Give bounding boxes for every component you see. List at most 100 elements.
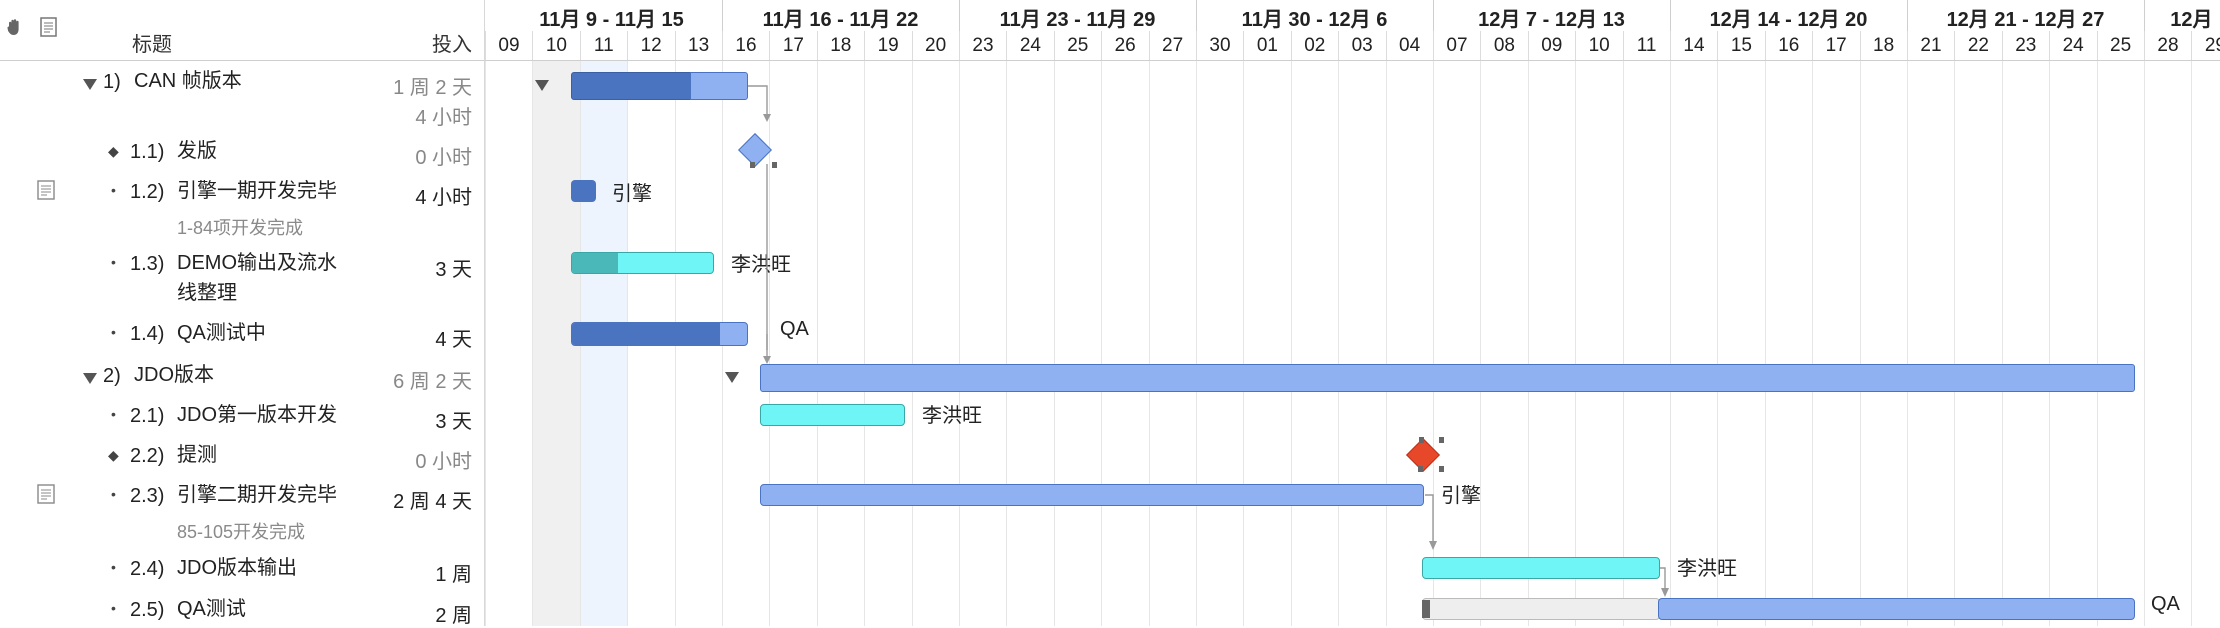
task-bar[interactable] <box>571 322 748 346</box>
day-header-cell[interactable]: 09 <box>1527 31 1575 60</box>
day-header-cell[interactable]: 15 <box>1717 31 1764 60</box>
row-effort[interactable]: 0 小时 <box>415 445 472 474</box>
row-effort[interactable]: 1 周 2 天 <box>393 71 472 100</box>
day-header-cell[interactable]: 17 <box>1812 31 1859 60</box>
day-header-cell[interactable]: 25 <box>1053 31 1101 60</box>
day-header-cell[interactable]: 29 <box>2191 31 2220 60</box>
day-header-cell[interactable]: 23 <box>2001 31 2049 60</box>
day-header-cell[interactable]: 21 <box>1907 31 1954 60</box>
day-header-cell[interactable]: 18 <box>816 31 864 60</box>
day-header-cell[interactable]: 08 <box>1480 31 1527 60</box>
outline-row-2-1[interactable]: • 2.1) JDO第一版本开发 3 天 <box>0 404 484 434</box>
row-note[interactable]: 1-84项开发完成 <box>177 214 303 240</box>
day-gridline <box>1859 61 1861 626</box>
day-header-cell[interactable]: 11 <box>579 31 627 60</box>
task-bar[interactable] <box>760 484 1424 506</box>
row-effort[interactable]: 3 天 <box>435 253 472 282</box>
outline-row-1-2[interactable]: • 1.2) 引擎一期开发完毕 4 小时 1-84项开发完成 <box>0 180 484 240</box>
summary-bar-progress[interactable] <box>571 72 692 100</box>
milestone-marker[interactable] <box>738 133 772 167</box>
day-header-cell[interactable]: 17 <box>769 31 816 60</box>
day-header-cell[interactable]: 16 <box>1764 31 1812 60</box>
day-header-cell[interactable]: 09 <box>485 31 532 60</box>
outline-row-2-5[interactable]: • 2.5) QA测试 2 周 <box>0 595 484 628</box>
row-title[interactable]: 引擎二期开发完毕 <box>177 481 337 509</box>
row-title-continued[interactable]: 线整理 <box>177 279 237 307</box>
row-title[interactable]: DEMO输出及流水 <box>177 249 337 277</box>
day-header-cell[interactable]: 13 <box>674 31 722 60</box>
outline-row-1-1[interactable]: ◆ 1.1) 发版 0 小时 <box>0 140 484 170</box>
row-title[interactable]: 引擎一期开发完毕 <box>177 177 337 205</box>
note-icon[interactable] <box>37 180 55 200</box>
day-header-cell[interactable]: 11 <box>1622 31 1670 60</box>
row-title[interactable]: JDO版本输出 <box>177 554 297 582</box>
day-header-cell[interactable]: 24 <box>1006 31 1053 60</box>
row-number: 1.4) <box>130 323 165 345</box>
day-header-cell[interactable]: 20 <box>911 31 959 60</box>
milestone-marker[interactable] <box>1406 438 1440 472</box>
day-header-cell[interactable]: 02 <box>1290 31 1338 60</box>
disclosure-triangle-icon[interactable] <box>83 79 97 90</box>
outline-row-1-4[interactable]: • 1.4) QA测试中 4 天 <box>0 322 484 352</box>
milestone-bullet-icon: ◆ <box>108 447 119 463</box>
day-header-cell[interactable]: 01 <box>1243 31 1290 60</box>
day-header-cell[interactable]: 10 <box>532 31 579 60</box>
row-title[interactable]: 提测 <box>177 441 217 469</box>
collapse-group-icon[interactable] <box>725 372 739 383</box>
resource-label: QA <box>2151 593 2180 615</box>
task-bar[interactable] <box>1422 557 1660 579</box>
summary-bar-remaining[interactable] <box>690 72 748 100</box>
note-icon[interactable] <box>38 16 60 38</box>
day-header-cell[interactable]: 07 <box>1433 31 1480 60</box>
day-header-cell[interactable]: 22 <box>1954 31 2001 60</box>
note-icon[interactable] <box>37 484 55 504</box>
column-header-title[interactable]: 标题 <box>132 28 172 57</box>
day-header-cell[interactable]: 28 <box>2144 31 2191 60</box>
day-header-cell[interactable]: 03 <box>1338 31 1385 60</box>
summary-bar[interactable] <box>760 364 2135 392</box>
day-header-cell[interactable]: 26 <box>1101 31 1148 60</box>
task-bar[interactable] <box>571 180 596 202</box>
row-effort[interactable]: 4 天 <box>435 323 472 352</box>
row-title[interactable]: JDO版本 <box>134 361 214 389</box>
task-bar[interactable] <box>1658 598 2135 620</box>
disclosure-triangle-icon[interactable] <box>83 373 97 384</box>
row-title[interactable]: 发版 <box>177 137 217 165</box>
day-header-cell[interactable]: 27 <box>1148 31 1196 60</box>
day-header-cell[interactable]: 25 <box>2096 31 2144 60</box>
column-header-effort[interactable]: 投入 <box>432 28 472 57</box>
row-title[interactable]: CAN 帧版本 <box>134 67 242 95</box>
gantt-chart-pane[interactable]: 09 10 11 12 13 16 17 18 19 20 23 24 25 26 27 30 01 02 03 04… <box>485 0 2220 626</box>
task-bar[interactable] <box>760 404 905 426</box>
day-header-cell[interactable]: 14 <box>1670 31 1717 60</box>
day-header-cell[interactable]: 16 <box>722 31 769 60</box>
day-header-cell[interactable]: 18 <box>1859 31 1907 60</box>
row-title[interactable]: QA测试 <box>177 595 246 623</box>
day-header-cell[interactable]: 10 <box>1575 31 1622 60</box>
row-effort[interactable]: 0 小时 <box>415 141 472 170</box>
outline-row-1-3[interactable]: • 1.3) DEMO输出及流水 线整理 3 天 <box>0 252 484 312</box>
task-bar[interactable] <box>571 252 714 274</box>
day-header-cell[interactable]: 23 <box>959 31 1006 60</box>
day-header-cell[interactable]: 12 <box>627 31 674 60</box>
row-note[interactable]: 85-105开发完成 <box>177 518 305 544</box>
day-header-cell[interactable]: 19 <box>864 31 911 60</box>
outline-row-2[interactable]: 2) JDO版本 6 周 2 天 <box>0 364 484 394</box>
outline-row-1[interactable]: 1) CAN 帧版本 1 周 2 天 4 小时 <box>0 67 484 129</box>
day-header-cell[interactable]: 24 <box>2049 31 2096 60</box>
collapse-group-icon[interactable] <box>535 80 549 91</box>
row-effort[interactable]: 4 小时 <box>415 181 472 210</box>
row-effort[interactable]: 1 周 <box>435 558 472 587</box>
day-header-cell[interactable]: 30 <box>1196 31 1243 60</box>
outline-row-2-3[interactable]: • 2.3) 引擎二期开发完毕 2 周 4 天 85-105开发完成 <box>0 484 484 544</box>
row-title[interactable]: JDO第一版本开发 <box>177 401 337 429</box>
outline-row-2-2[interactable]: ◆ 2.2) 提测 0 小时 <box>0 444 484 474</box>
row-effort[interactable]: 3 天 <box>435 405 472 434</box>
hand-icon[interactable] <box>4 16 26 38</box>
row-effort[interactable]: 2 周 <box>435 599 472 628</box>
row-effort[interactable]: 6 周 2 天 <box>393 365 472 394</box>
day-header-cell[interactable]: 04 <box>1385 31 1433 60</box>
row-title[interactable]: QA测试中 <box>177 319 266 347</box>
row-effort[interactable]: 2 周 4 天 <box>393 485 472 514</box>
outline-row-2-4[interactable]: • 2.4) JDO版本输出 1 周 <box>0 557 484 587</box>
